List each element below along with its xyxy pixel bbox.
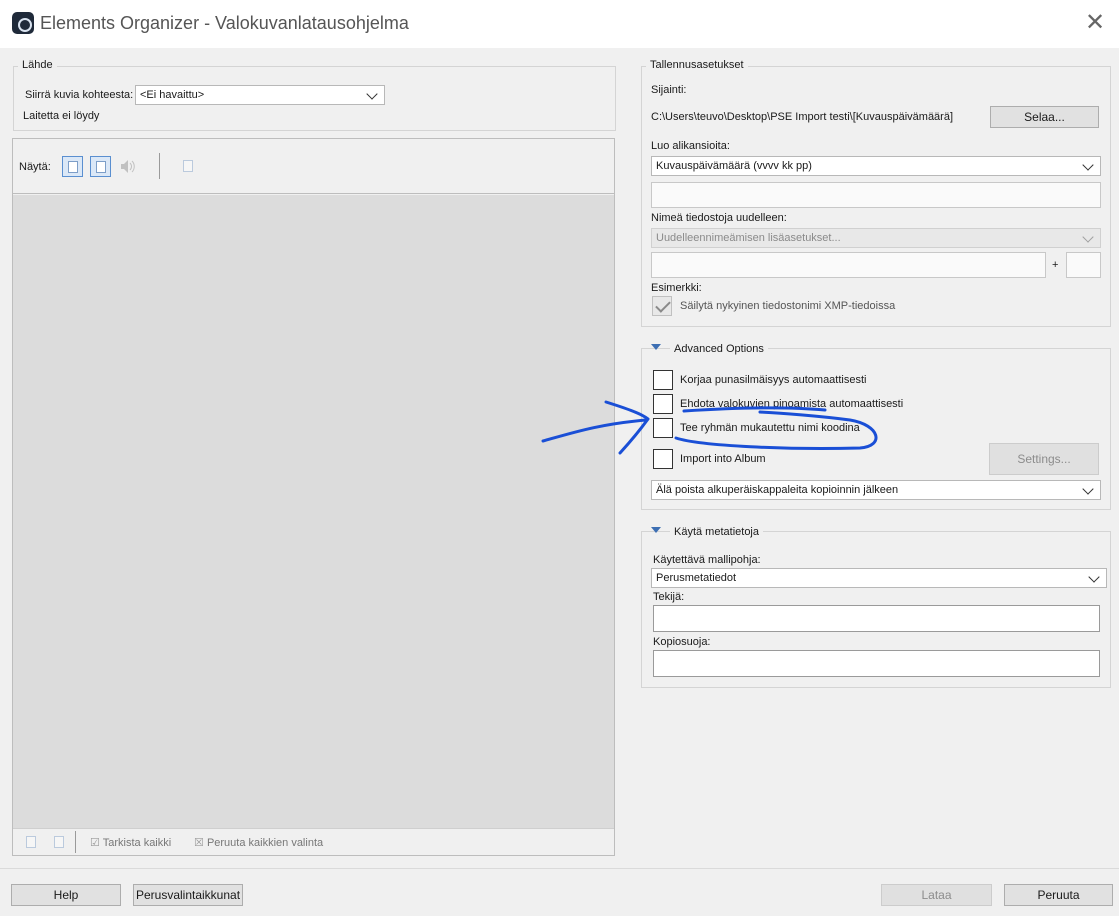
- example-label: Esimerkki:: [651, 282, 702, 294]
- chevron-down-icon: [366, 88, 378, 100]
- rename-files-dropdown[interactable]: Uudelleennimeämisen lisäasetukset...: [651, 228, 1101, 248]
- chevron-down-icon: [1082, 159, 1094, 171]
- after-copy-dropdown[interactable]: Älä poista alkuperäiskappaleita kopioinn…: [651, 480, 1101, 500]
- plus-sign: +: [1052, 259, 1059, 271]
- help-button[interactable]: Help: [11, 884, 121, 906]
- toolbar-divider: [159, 153, 160, 179]
- save-options-group-label: Tallennusasetukset: [646, 59, 748, 71]
- apply-metadata-label: Käytä metatietoja: [670, 526, 763, 538]
- author-field[interactable]: [653, 605, 1100, 632]
- show-files-in-folders-icon[interactable]: [178, 156, 199, 177]
- show-label: Näytä:: [19, 161, 51, 173]
- preserve-filename-xmp-label: Säilytä nykyinen tiedostonimi XMP-tiedoi…: [680, 300, 896, 312]
- get-photos-from-value: <Ei havaittu>: [140, 89, 205, 101]
- dialog-button-bar: Help Perusvalintaikkunat Lataa Peruuta: [0, 868, 1119, 916]
- get-photos-from-label: Siirrä kuvia kohteesta:: [25, 89, 134, 101]
- standard-dialog-button[interactable]: Perusvalintaikkunat: [133, 884, 243, 906]
- rename-files-label: Nimeä tiedostoja uudelleen:: [651, 212, 787, 224]
- uncheck-all-icon: ☒: [194, 837, 204, 849]
- metadata-template-value: Perusmetatiedot: [656, 572, 737, 584]
- footer-divider: [75, 831, 76, 853]
- check-all-button[interactable]: ☑ Tarkista kaikki: [90, 836, 171, 849]
- copyright-label: Kopiosuoja:: [653, 636, 711, 648]
- get-photos-from-dropdown[interactable]: <Ei havaittu>: [135, 85, 385, 105]
- chevron-down-icon: [1082, 483, 1094, 495]
- copyright-field[interactable]: [653, 650, 1100, 677]
- author-label: Tekijä:: [653, 591, 685, 603]
- get-media-button[interactable]: Lataa: [881, 884, 992, 906]
- show-images-icon[interactable]: [62, 156, 83, 177]
- cancel-button[interactable]: Peruuta: [1004, 884, 1113, 906]
- source-preview-panel: Näytä: ☑ Tarkista kaikki ☒ Peruuta kaikk…: [12, 138, 615, 856]
- metadata-template-dropdown[interactable]: Perusmetatiedot: [651, 568, 1107, 588]
- import-into-album-label: Import into Album: [680, 453, 766, 465]
- location-label: Sijainti:: [651, 84, 687, 96]
- template-label: Käytettävä mallipohja:: [653, 554, 761, 566]
- elements-organizer-app-icon: [12, 12, 34, 34]
- source-group-label: Lähde: [18, 59, 57, 71]
- custom-group-name-tag-label: Tee ryhmän mukautettu nimi koodina: [680, 422, 860, 434]
- create-subfolders-label: Luo alikansioita:: [651, 140, 730, 152]
- import-into-album-checkbox[interactable]: [653, 449, 673, 469]
- collapse-triangle-icon[interactable]: [651, 527, 661, 533]
- location-path: C:\Users\teuvo\Desktop\PSE Import testi\…: [651, 111, 954, 123]
- thumbnail-preview-area[interactable]: [13, 195, 614, 828]
- show-videos-icon[interactable]: [90, 156, 111, 177]
- show-audio-icon[interactable]: [117, 156, 138, 177]
- browse-button[interactable]: Selaa...: [990, 106, 1099, 128]
- rename-files-value: Uudelleennimeämisen lisäasetukset...: [656, 232, 841, 244]
- fix-red-eye-checkbox[interactable]: [653, 370, 673, 390]
- check-all-icon: ☑: [90, 837, 100, 849]
- uncheck-all-label: Peruuta kaikkien valinta: [206, 837, 324, 849]
- suggest-stacks-checkbox[interactable]: [653, 394, 673, 414]
- custom-group-name-tag-checkbox[interactable]: [653, 418, 673, 438]
- after-copy-value: Älä poista alkuperäiskappaleita kopioinn…: [656, 484, 899, 496]
- title-bar: Elements Organizer - Valokuvanlatausohje…: [0, 0, 1119, 48]
- rename-text-field[interactable]: [651, 252, 1046, 278]
- create-subfolders-dropdown[interactable]: Kuvauspäivämäärä (vvvv kk pp): [651, 156, 1101, 176]
- preserve-filename-xmp-checkbox[interactable]: [652, 296, 672, 316]
- close-icon[interactable]: ✕: [1081, 9, 1109, 37]
- check-all-label: Tarkista kaikki: [102, 837, 172, 849]
- rotate-right-icon[interactable]: [49, 832, 70, 853]
- toolbar-separator: [13, 193, 614, 194]
- window-title: Elements Organizer - Valokuvanlatausohje…: [40, 13, 409, 33]
- rename-number-field[interactable]: [1066, 252, 1101, 278]
- uncheck-all-button[interactable]: ☒ Peruuta kaikkien valinta: [194, 836, 323, 849]
- chevron-down-icon: [1088, 571, 1100, 583]
- device-status-text: Laitetta ei löydy: [23, 110, 100, 122]
- fix-red-eye-label: Korjaa punasilmäisyys automaattisesti: [680, 374, 867, 386]
- custom-subfolder-field[interactable]: [651, 182, 1101, 208]
- advanced-options-label: Advanced Options: [670, 343, 768, 355]
- collapse-triangle-icon[interactable]: [651, 344, 661, 350]
- album-settings-button[interactable]: Settings...: [989, 443, 1099, 475]
- rotate-left-icon[interactable]: [21, 832, 42, 853]
- create-subfolders-value: Kuvauspäivämäärä (vvvv kk pp): [656, 160, 812, 172]
- source-footer: ☑ Tarkista kaikki ☒ Peruuta kaikkien val…: [13, 828, 614, 855]
- suggest-stacks-label: Ehdota valokuvien pinoamista automaattis…: [680, 398, 904, 410]
- chevron-down-icon: [1082, 231, 1094, 243]
